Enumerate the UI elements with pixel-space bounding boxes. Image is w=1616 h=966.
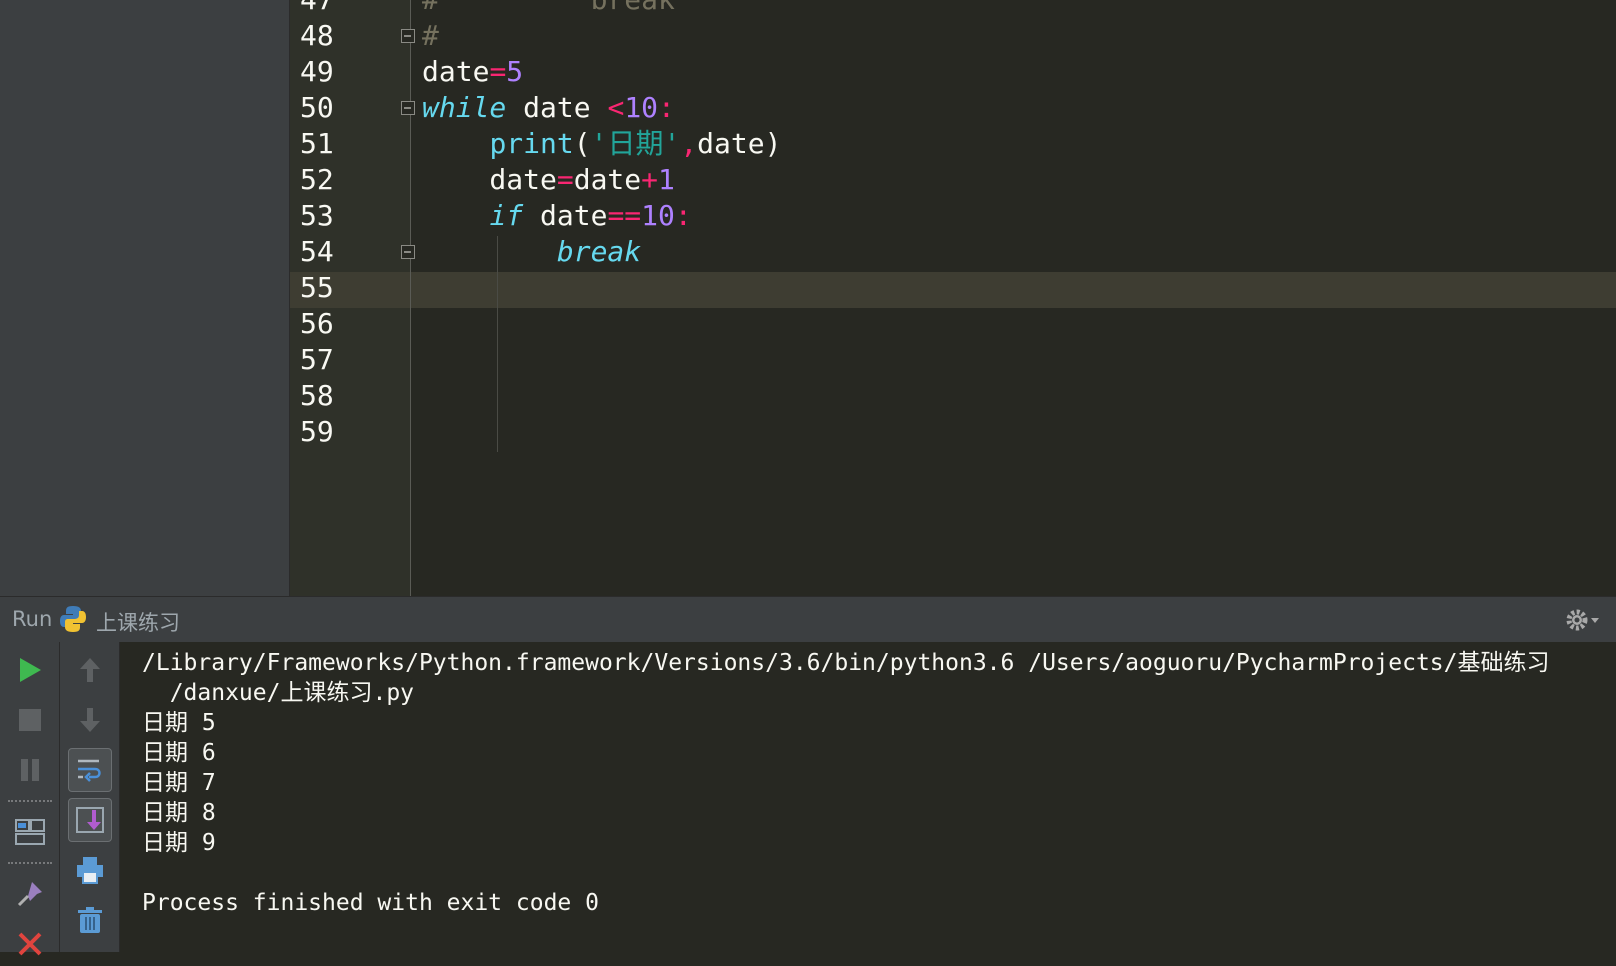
python-file-icon: [60, 606, 86, 632]
run-icon: [20, 658, 41, 682]
line-number: 50: [300, 91, 334, 124]
code-token: +: [641, 163, 659, 196]
close-icon: [18, 932, 42, 956]
code-token: 1: [658, 163, 675, 196]
line-number: 57: [300, 343, 334, 376]
line-number: 48: [300, 19, 334, 52]
pause-icon: [21, 759, 39, 781]
stop-icon: [19, 709, 41, 731]
current-line-highlight: [290, 272, 1616, 308]
line-number: 52: [300, 163, 334, 196]
pin-icon: [17, 882, 42, 907]
code-line[interactable]: date=5: [422, 54, 523, 90]
down-stack-button[interactable]: [68, 698, 112, 742]
line-number: 58: [300, 379, 334, 412]
code-line[interactable]: date=date+1: [422, 162, 675, 198]
run-tab-label[interactable]: Run: [12, 607, 52, 631]
trash-icon: [78, 907, 102, 933]
code-token: =: [489, 55, 507, 88]
code-token: break: [556, 235, 642, 268]
code-token: ,: [680, 127, 698, 160]
line-number: 47: [300, 0, 360, 18]
code-token: 10: [624, 91, 659, 124]
toolbar-separator: [8, 862, 52, 864]
up-arrow-icon: [80, 658, 100, 682]
code-token: 10: [641, 199, 675, 232]
code-token: # break: [422, 0, 675, 16]
console-line: 日期 5: [142, 710, 216, 736]
code-line[interactable]: print('日期',date): [422, 126, 781, 162]
console-line: Process finished with exit code 0: [142, 890, 599, 916]
console-line: 日期 8: [142, 800, 216, 826]
clear-all-button[interactable]: [68, 898, 112, 942]
run-console-output[interactable]: /Library/Frameworks/Python.framework/Ver…: [120, 642, 1616, 952]
pin-tab-button[interactable]: [8, 872, 52, 916]
code-token: date: [573, 163, 642, 196]
gear-icon[interactable]: [1563, 605, 1603, 635]
scroll-to-end-icon: [76, 807, 104, 833]
fold-guide-line: [410, 0, 411, 596]
code-token: :: [658, 91, 675, 124]
console-line: 日期 9: [142, 830, 216, 856]
code-token: ==: [607, 199, 642, 232]
code-token: #: [422, 19, 439, 52]
project-panel: [0, 0, 290, 596]
code-token: date: [422, 55, 490, 88]
restore-layout-button[interactable]: [8, 810, 52, 854]
close-run-button[interactable]: [8, 922, 52, 966]
line-number: 51: [300, 127, 334, 160]
line-number: 55: [300, 271, 334, 304]
code-line[interactable]: #: [422, 18, 439, 54]
soft-wrap-icon: [78, 759, 101, 782]
line-number: 54: [300, 235, 334, 268]
console-line: /danxue/上课练习.py: [142, 680, 415, 706]
console-line: 日期 6: [142, 740, 216, 766]
stop-button[interactable]: [8, 698, 52, 742]
down-arrow-icon: [80, 708, 100, 732]
code-line[interactable]: if date==10:: [422, 198, 692, 234]
run-panel-header: Run 上课练习: [0, 596, 1616, 642]
code-token: date: [523, 199, 608, 232]
code-token: :: [674, 199, 692, 232]
code-token: if: [489, 199, 524, 232]
code-token: =: [556, 163, 574, 196]
scroll-to-end-button[interactable]: [68, 798, 112, 842]
line-number: 49: [300, 55, 334, 88]
code-token: <: [607, 91, 625, 124]
run-toolbar-right: [60, 642, 120, 952]
console-line: /Library/Frameworks/Python.framework/Ver…: [142, 650, 1550, 676]
fold-marker-icon[interactable]: [401, 101, 415, 115]
toolbar-separator: [8, 800, 52, 802]
code-line[interactable]: while date <10:: [422, 90, 675, 126]
code-token: while: [422, 91, 507, 124]
print-icon: [77, 857, 103, 884]
code-line[interactable]: # break: [422, 0, 675, 18]
run-configuration-name[interactable]: 上课练习: [96, 607, 180, 637]
up-stack-button[interactable]: [68, 648, 112, 692]
code-token: date: [422, 163, 557, 196]
fold-marker-icon[interactable]: [401, 245, 415, 259]
code-token: print: [489, 127, 574, 160]
code-token: '日期': [590, 127, 681, 160]
line-number: 53: [300, 199, 334, 232]
code-token: date): [697, 127, 782, 160]
layout-icon: [15, 819, 45, 845]
soft-wrap-button[interactable]: [68, 748, 112, 792]
code-token: date: [506, 91, 608, 124]
print-button[interactable]: [68, 848, 112, 892]
line-number: 59: [300, 415, 334, 448]
code-line[interactable]: break: [422, 234, 641, 270]
rerun-button[interactable]: [8, 648, 52, 692]
line-number: 56: [300, 307, 334, 340]
fold-marker-icon[interactable]: [401, 29, 415, 43]
code-token: 5: [506, 55, 524, 88]
code-token: (: [573, 127, 591, 160]
run-toolbar-left: [0, 642, 60, 956]
pause-button[interactable]: [8, 748, 52, 792]
console-line: 日期 7: [142, 770, 216, 796]
